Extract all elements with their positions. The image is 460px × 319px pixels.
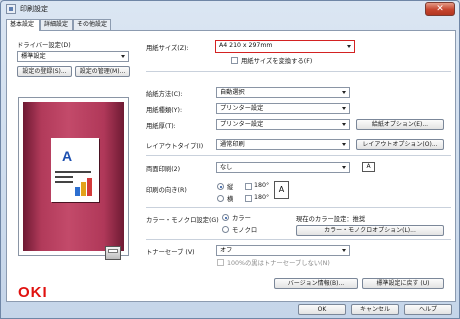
title-bar: 印刷設定 ✕ xyxy=(1,1,459,17)
paper-size-label: 用紙サイズ(Z): xyxy=(146,45,189,52)
preview-background: A xyxy=(23,102,124,251)
tab-basic[interactable]: 基本設定 xyxy=(6,19,40,31)
chevron-down-icon xyxy=(121,55,125,58)
paper-size-select[interactable]: A4 210 x 297mm xyxy=(215,40,355,53)
media-type-value: プリンター設定 xyxy=(220,105,264,112)
chevron-down-icon xyxy=(342,166,346,169)
basic-settings-panel: ドライバー設定(D) 標準設定 設定の登録(S)... 設定の管理(M)... … xyxy=(6,30,456,302)
layout-type-select[interactable]: 通常印刷 xyxy=(216,139,350,150)
divider xyxy=(146,155,451,156)
paper-size-value: A4 210 x 297mm xyxy=(219,42,273,49)
chevron-down-icon xyxy=(342,143,346,146)
duplex-page-icon: A xyxy=(362,162,375,172)
chevron-down-icon xyxy=(342,123,346,126)
restore-defaults-button[interactable]: 標準設定に戻す (U) xyxy=(362,278,444,289)
register-settings-button[interactable]: 設定の登録(S)... xyxy=(17,66,72,77)
text-line xyxy=(55,176,73,178)
preview-page: A xyxy=(51,138,99,202)
media-type-select[interactable]: プリンター設定 xyxy=(216,103,350,114)
duplex-select[interactable]: なし xyxy=(216,162,350,173)
manage-settings-button[interactable]: 設定の管理(M)... xyxy=(75,66,130,77)
divider xyxy=(146,71,451,72)
duplex-value: なし xyxy=(220,164,233,171)
chart-bar-icon xyxy=(81,182,86,196)
orientation-page-icon: A xyxy=(274,181,289,199)
chevron-down-icon xyxy=(342,107,346,110)
print-preview: A xyxy=(18,97,129,256)
media-weight-select[interactable]: プリンター設定 xyxy=(216,119,350,130)
version-info-button[interactable]: バージョン情報(B)... xyxy=(274,278,358,289)
color-mode-label: カラー・モノクロ設定(G) xyxy=(146,217,219,224)
feed-options-button[interactable]: 給紙オプション(E)... xyxy=(356,119,444,130)
landscape-label: 横 xyxy=(227,196,234,203)
toner-save-select[interactable]: オフ xyxy=(216,245,350,256)
rotate-180-label-2: 180° xyxy=(254,194,270,201)
window-title: 印刷設定 xyxy=(20,5,48,13)
driver-settings-value: 標準設定 xyxy=(21,53,46,60)
duplex-label: 両面印刷(2) xyxy=(146,166,181,173)
divider xyxy=(146,239,451,240)
toner-save-label: トナーセーブ (V) xyxy=(146,249,195,256)
layout-type-label: レイアウトタイプ(I) xyxy=(146,143,204,150)
media-type-label: 用紙種類(Y): xyxy=(146,107,183,114)
mono-radio[interactable] xyxy=(222,226,229,233)
chevron-down-icon xyxy=(342,91,346,94)
chevron-down-icon xyxy=(347,45,351,48)
paper-feed-select[interactable]: 自動選択 xyxy=(216,87,350,98)
chart-bar-icon xyxy=(87,178,92,196)
tab-other[interactable]: その他設定 xyxy=(73,19,111,30)
text-line xyxy=(55,181,73,183)
rotate-180-checkbox-2[interactable] xyxy=(245,195,252,202)
orientation-label: 印刷の向き(R) xyxy=(146,187,187,194)
current-color-setting: 現在のカラー設定：推奨 xyxy=(296,216,366,223)
chart-bar-icon xyxy=(75,187,80,196)
driver-settings-label: ドライバー設定(D) xyxy=(17,42,71,49)
convert-paper-size-label: 用紙サイズを変換する(F) xyxy=(241,58,313,65)
text-line xyxy=(55,171,91,173)
close-button[interactable]: ✕ xyxy=(425,2,455,16)
color-option-label: カラー xyxy=(232,215,251,222)
divider xyxy=(146,207,451,208)
layout-options-button[interactable]: レイアウトオプション(O)... xyxy=(356,139,444,150)
media-weight-label: 用紙厚(T): xyxy=(146,123,176,130)
tab-advanced[interactable]: 詳細設定 xyxy=(40,19,73,30)
print-settings-window: 印刷設定 ✕ 基本設定 詳細設定 その他設定 ドライバー設定(D) 標準設定 設… xyxy=(0,0,460,319)
printer-icon xyxy=(105,246,121,260)
portrait-label: 縦 xyxy=(227,184,234,191)
color-options-button[interactable]: カラー・モノクロオプション(L)... xyxy=(296,225,444,236)
chevron-down-icon xyxy=(342,249,346,252)
cancel-button[interactable]: キャンセル xyxy=(351,304,399,315)
media-weight-value: プリンター設定 xyxy=(220,121,264,128)
black-100-checkbox[interactable] xyxy=(217,259,224,266)
ok-button[interactable]: OK xyxy=(298,304,346,315)
convert-paper-size-checkbox[interactable] xyxy=(231,57,238,64)
layout-type-value: 通常印刷 xyxy=(220,141,245,148)
landscape-radio[interactable] xyxy=(217,195,224,202)
printer-app-icon xyxy=(6,4,16,14)
black-100-label: 100%の黒はトナーセーブしない(N) xyxy=(227,260,330,267)
toner-save-value: オフ xyxy=(220,247,233,254)
oki-logo: OKI xyxy=(18,284,48,301)
paper-feed-value: 自動選択 xyxy=(220,89,245,96)
mono-option-label: モノクロ xyxy=(232,227,258,234)
driver-settings-select[interactable]: 標準設定 xyxy=(17,51,129,62)
paper-feed-label: 給紙方法(C): xyxy=(146,91,183,98)
color-radio[interactable] xyxy=(222,214,229,221)
portrait-radio[interactable] xyxy=(217,183,224,190)
rotate-180-label-1: 180° xyxy=(254,182,270,189)
preview-letter-a-icon: A xyxy=(62,148,73,164)
help-button[interactable]: ヘルプ xyxy=(404,304,452,315)
rotate-180-checkbox-1[interactable] xyxy=(245,183,252,190)
